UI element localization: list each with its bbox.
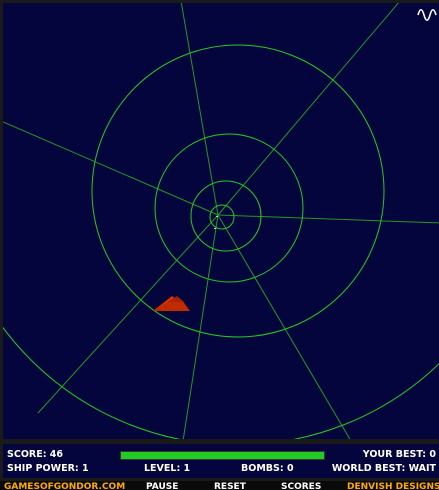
sound-wave-icon[interactable] [417, 7, 437, 23]
tunnel-spokes [3, 3, 439, 439]
pause-button[interactable]: PAUSE [146, 482, 178, 490]
ship-power-bar-fill [121, 452, 324, 459]
ship-power-bar [120, 451, 325, 460]
status-panel: SCORE: 46 YOUR BEST: 0 SHIP POWER: 1 LEV… [3, 444, 439, 478]
tunnel-ring [209, 204, 235, 230]
designs-link[interactable]: DENVISH DESIGNS [347, 482, 439, 490]
your-best-text: YOUR BEST: 0 [362, 449, 436, 460]
tunnel-view [3, 3, 439, 439]
tunnel-spoke [37, 214, 219, 414]
bottom-menu: GAMESOFGONDOR.COM PAUSE RESET SCORES DEN… [0, 481, 439, 490]
tunnel-spoke [217, 3, 399, 216]
tunnel-spoke [3, 121, 219, 216]
world-best-text: WORLD BEST: WAIT [331, 463, 436, 474]
center-dot [214, 228, 216, 229]
playfield[interactable] [3, 3, 439, 439]
ship-power-text: SHIP POWER: 1 [7, 463, 89, 474]
score-text: SCORE: 46 [7, 449, 64, 460]
reset-button[interactable]: RESET [214, 482, 246, 490]
tunnel-spoke [217, 214, 439, 224]
game-window: SCORE: 46 YOUR BEST: 0 SHIP POWER: 1 LEV… [0, 0, 439, 490]
bombs-text: BOMBS: 0 [241, 463, 294, 474]
center-dot [216, 216, 218, 217]
ship-icon[interactable] [153, 296, 190, 311]
level-text: LEVEL: 1 [144, 463, 191, 474]
scores-button[interactable]: SCORES [281, 482, 321, 490]
site-link[interactable]: GAMESOFGONDOR.COM [4, 482, 125, 490]
